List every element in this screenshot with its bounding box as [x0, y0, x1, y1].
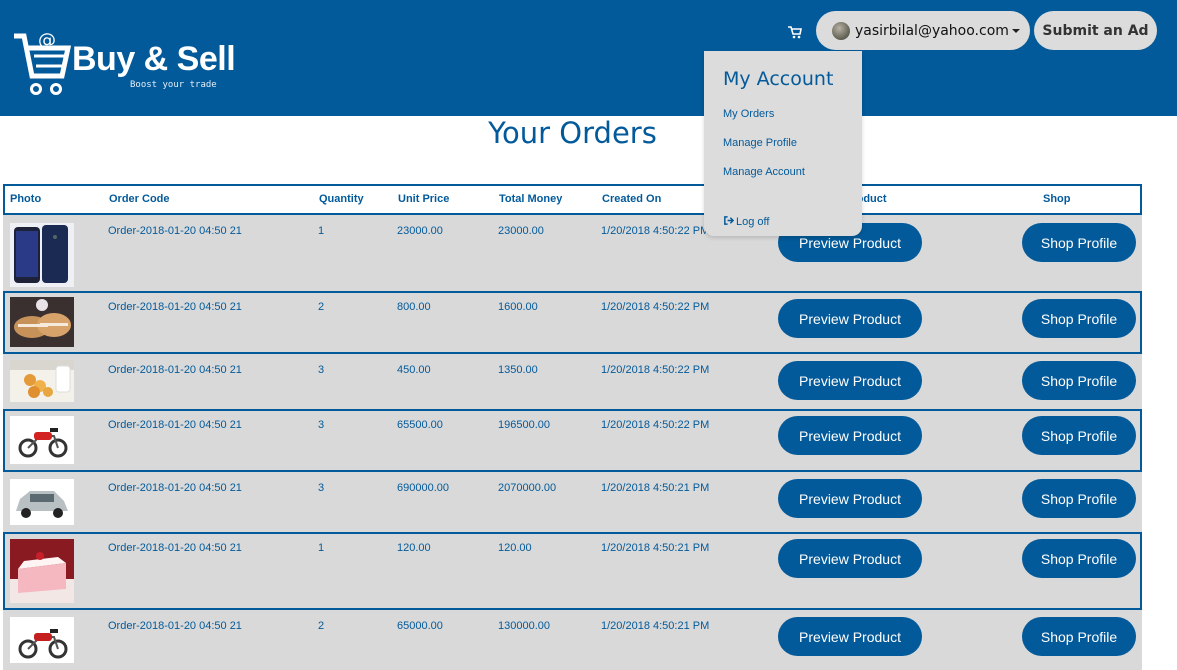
account-dropdown-menu: My Account My Orders Manage Profile Mana…	[704, 51, 862, 236]
shop-profile-button[interactable]: Shop Profile	[1022, 479, 1136, 518]
unit-price: 120.00	[397, 542, 431, 554]
created-on: 1/20/2018 4:50:21 PM	[601, 482, 710, 494]
order-code: Order-2018-01-20 04:50 21	[108, 542, 242, 554]
log-off-label: Log off	[736, 216, 770, 228]
cart-icon[interactable]	[787, 24, 803, 40]
created-on: 1/20/2018 4:50:22 PM	[601, 419, 710, 431]
total-money: 1600.00	[498, 301, 538, 313]
order-code: Order-2018-01-20 04:50 21	[108, 225, 242, 237]
preview-product-button[interactable]: Preview Product	[778, 539, 922, 578]
motorbike-image	[10, 617, 74, 663]
created-on: 1/20/2018 4:50:22 PM	[601, 301, 710, 313]
shop-profile-button[interactable]: Shop Profile	[1022, 223, 1136, 262]
shop-profile-button[interactable]: Shop Profile	[1022, 416, 1136, 455]
header-created-on: Created On	[602, 193, 662, 205]
menu-item-manage-profile[interactable]: Manage Profile	[723, 137, 797, 149]
orders-table: Photo Order Code Quantity Unit Price Tot…	[3, 184, 1142, 670]
unit-price: 65000.00	[397, 620, 443, 632]
caret-down-icon	[1011, 28, 1020, 33]
unit-price: 690000.00	[397, 482, 449, 494]
order-code: Order-2018-01-20 04:50 21	[108, 301, 242, 313]
unit-price: 800.00	[397, 301, 431, 313]
header-total-money: Total Money	[499, 193, 563, 205]
table-row: Order-2018-01-20 04:50 21 2 65000.00 130…	[3, 610, 1142, 670]
header-shop: Shop	[1043, 193, 1071, 205]
log-off-icon	[724, 216, 734, 225]
shop-profile-button[interactable]: Shop Profile	[1022, 299, 1136, 338]
shop-profile-button[interactable]: Shop Profile	[1022, 361, 1136, 400]
quantity: 3	[318, 482, 325, 494]
page-title: Your Orders	[488, 116, 657, 150]
header-quantity: Quantity	[319, 193, 364, 205]
quantity: 1	[318, 225, 325, 237]
unit-price: 450.00	[397, 364, 431, 376]
table-header: Photo Order Code Quantity Unit Price Tot…	[3, 184, 1142, 215]
dropdown-title: My Account	[723, 68, 834, 90]
quantity: 3	[318, 364, 325, 376]
table-row: Order-2018-01-20 04:50 21 2 800.00 1600.…	[3, 291, 1142, 354]
shop-profile-button[interactable]: Shop Profile	[1022, 539, 1136, 578]
phone-image	[10, 223, 74, 287]
order-code: Order-2018-01-20 04:50 21	[108, 419, 242, 431]
total-money: 1350.00	[498, 364, 538, 376]
header-photo: Photo	[10, 193, 42, 205]
menu-item-my-orders[interactable]: My Orders	[723, 108, 774, 120]
menu-item-log-off[interactable]: Log off	[723, 215, 769, 228]
quantity: 2	[318, 301, 325, 313]
motorbike-image	[10, 416, 74, 464]
svg-text:@: @	[38, 30, 56, 51]
snacks-image	[10, 360, 74, 402]
quantity: 3	[318, 419, 325, 431]
user-email: yasirbilal@yahoo.com	[855, 22, 1009, 39]
total-money: 120.00	[498, 542, 532, 554]
cookies-image	[10, 297, 74, 347]
logo-text: Buy & Sell	[72, 40, 236, 78]
submit-ad-button[interactable]: Submit an Ad	[1034, 11, 1157, 50]
preview-product-button[interactable]: Preview Product	[778, 416, 922, 455]
created-on: 1/20/2018 4:50:22 PM	[601, 364, 710, 376]
table-row: Order-2018-01-20 04:50 21 1 120.00 120.0…	[3, 532, 1142, 610]
table-row: Order-2018-01-20 04:50 21 1 23000.00 230…	[3, 215, 1142, 291]
total-money: 196500.00	[498, 419, 550, 431]
total-money: 2070000.00	[498, 482, 557, 494]
preview-product-button[interactable]: Preview Product	[778, 479, 922, 518]
avatar	[832, 21, 850, 40]
order-code: Order-2018-01-20 04:50 21	[108, 482, 242, 494]
preview-product-button[interactable]: Preview Product	[778, 617, 922, 656]
quantity: 2	[318, 620, 325, 632]
header-order-code: Order Code	[109, 193, 170, 205]
unit-price: 23000.00	[397, 225, 443, 237]
quantity: 1	[318, 542, 325, 554]
created-on: 1/20/2018 4:50:22 PM	[601, 225, 710, 237]
preview-product-button[interactable]: Preview Product	[778, 299, 922, 338]
total-money: 130000.00	[498, 620, 550, 632]
user-menu-button[interactable]: yasirbilal@yahoo.com	[816, 11, 1030, 50]
unit-price: 65500.00	[397, 419, 443, 431]
car-image	[10, 479, 74, 525]
cake-image	[10, 539, 74, 603]
table-row: Order-2018-01-20 04:50 21 3 450.00 1350.…	[3, 354, 1142, 409]
logo-tagline: Boost your trade	[130, 80, 217, 90]
preview-product-button[interactable]: Preview Product	[778, 361, 922, 400]
table-row: Order-2018-01-20 04:50 21 3 65500.00 196…	[3, 409, 1142, 472]
created-on: 1/20/2018 4:50:21 PM	[601, 620, 710, 632]
order-code: Order-2018-01-20 04:50 21	[108, 364, 242, 376]
header-unit-price: Unit Price	[398, 193, 450, 205]
table-row: Order-2018-01-20 04:50 21 3 690000.00 20…	[3, 472, 1142, 532]
menu-item-manage-account[interactable]: Manage Account	[723, 166, 805, 178]
site-header: @ Buy & Sell Boost your trade yasirbilal…	[0, 0, 1177, 116]
shop-profile-button[interactable]: Shop Profile	[1022, 617, 1136, 656]
order-code: Order-2018-01-20 04:50 21	[108, 620, 242, 632]
created-on: 1/20/2018 4:50:21 PM	[601, 542, 710, 554]
total-money: 23000.00	[498, 225, 544, 237]
